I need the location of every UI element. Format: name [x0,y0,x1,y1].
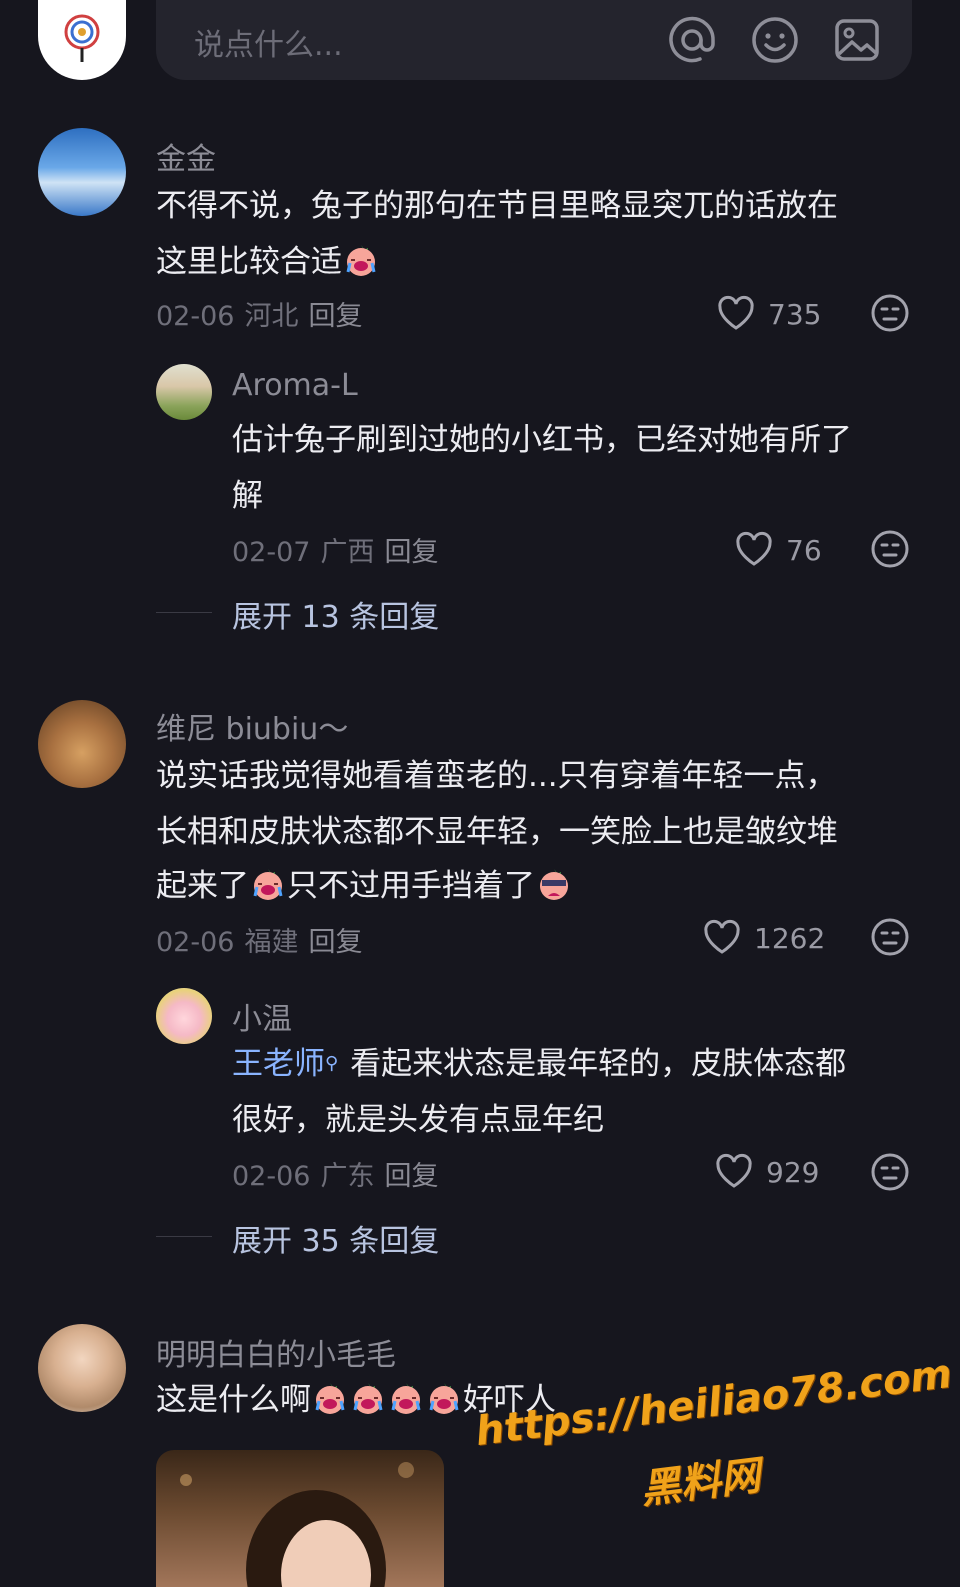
crying-emoji-icon [312,1378,348,1414]
reply-date: 02-06 [232,1161,311,1192]
reply-meta: 02-06 广东 回复 [232,1154,448,1193]
comment-date: 02-06 [156,301,235,332]
reply-button[interactable]: 回复 [384,1161,438,1192]
watermark-url: https://heiliao78.com [472,1350,955,1456]
mention-link[interactable]: 王老师 [232,1046,325,1082]
reply-text-fragment: 看起来状态是最年轻的，皮肤体态都 [350,1046,847,1082]
replier-avatar[interactable] [156,988,212,1044]
like-count: 76 [786,534,822,567]
heart-icon[interactable] [716,294,756,332]
crying-emoji-icon [426,1378,462,1414]
crying-emoji-icon [343,240,379,276]
comment-text-line: 这里比较合适 [156,234,380,290]
comment-input-placeholder[interactable]: 说点什么... [194,20,343,64]
photo-content [180,1462,414,1587]
comment-meta: 02-06 福建 回复 [156,920,372,959]
like-count: 735 [768,298,822,331]
expand-divider [156,612,212,613]
reply-region: 广西 [320,537,375,568]
commenter-avatar[interactable] [38,1324,126,1412]
reply-button[interactable]: 回复 [308,301,362,332]
dislike-face-icon[interactable] [870,1152,910,1192]
expand-replies-button[interactable]: 展开 35 条回复 [232,1216,439,1260]
heart-icon[interactable] [702,918,742,956]
comment-region: 河北 [244,301,299,332]
comment-region: 福建 [244,927,299,958]
reply-text-line: 估计兔子刷到过她的小红书，已经对她有所了 [232,422,852,458]
sad-emoji-icon [536,864,572,900]
comment-photo[interactable] [156,1450,444,1587]
commenter-name[interactable]: 明明白白的小毛毛 [156,1330,396,1374]
replier-avatar[interactable] [156,364,212,420]
comment-text-line: 长相和皮肤状态都不显年轻，一笑脸上也是皱纹堆 [156,814,838,850]
reply-button[interactable]: 回复 [308,927,362,958]
replier-name[interactable]: 小温 [232,994,292,1038]
reply-region: 广东 [320,1161,375,1192]
at-icon[interactable] [666,14,718,66]
comment-text-fragment: 这是什么啊 [156,1382,311,1418]
comment-text-line: 起来了 只不过用手挡着了 [156,858,573,914]
commenter-avatar[interactable] [38,700,126,788]
heart-icon[interactable] [714,1152,754,1190]
my-avatar[interactable] [38,0,126,80]
image-icon[interactable] [831,14,883,66]
crying-emoji-icon [350,1378,386,1414]
comment-date: 02-06 [156,927,235,958]
crying-emoji-icon [388,1378,424,1414]
watermark-site: 黑料网 [638,1452,763,1514]
expand-divider [156,1236,212,1237]
commenter-avatar[interactable] [38,128,126,216]
reply-button[interactable]: 回复 [384,537,438,568]
comment-text-line: 不得不说，兔子的那句在节目里略显突兀的话放在 [156,188,838,224]
reply-text-line: 解 [232,478,263,514]
like-count: 929 [766,1156,820,1189]
dislike-face-icon[interactable] [870,293,910,333]
dislike-face-icon[interactable] [870,529,910,569]
search-icon: ⚲ [325,1053,339,1074]
reply-meta: 02-07 广西 回复 [232,530,448,569]
reply-date: 02-07 [232,537,311,568]
like-count: 1262 [754,922,826,955]
comment-meta: 02-06 河北 回复 [156,294,372,333]
comment-text-fragment: 这里比较合适 [156,244,342,280]
reply-text-line: 王老师⚲ 看起来状态是最年轻的，皮肤体态都 [232,1036,846,1092]
commenter-name[interactable]: 维尼 biubiu～ [156,704,348,748]
replier-name[interactable]: Aroma-L [232,368,358,403]
comment-text-line: 说实话我觉得她看着蛮老的...只有穿着年轻一点， [156,758,837,794]
comment-text-fragment: 只不过用手挡着了 [287,868,535,904]
comment-text-fragment: 起来了 [156,868,249,904]
lollipop-icon [64,14,100,62]
reply-text-line: 很好，就是头发有点显年纪 [232,1102,604,1138]
expand-replies-button[interactable]: 展开 13 条回复 [232,592,439,636]
smiley-icon[interactable] [749,14,801,66]
dislike-face-icon[interactable] [870,917,910,957]
commenter-name[interactable]: 金金 [156,134,216,178]
heart-icon[interactable] [734,530,774,568]
crying-emoji-icon [250,864,286,900]
